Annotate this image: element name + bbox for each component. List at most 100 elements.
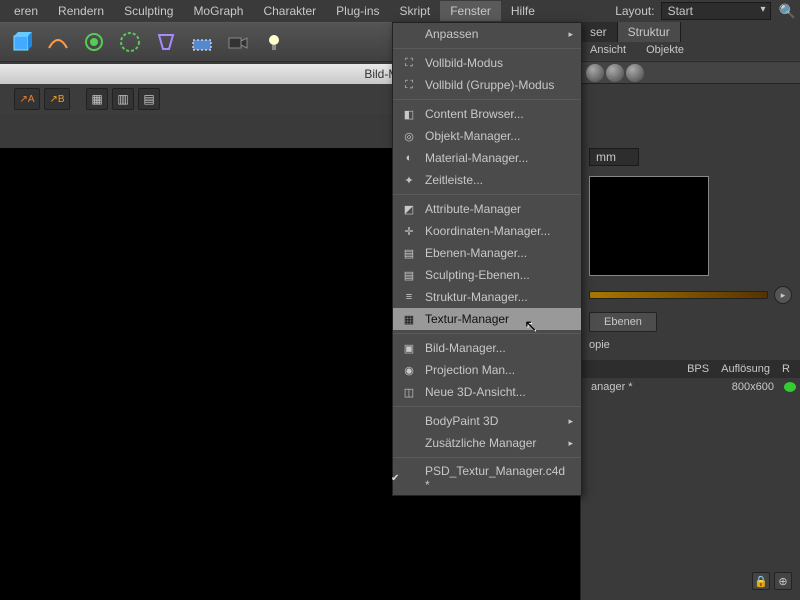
menu-item-icon <box>401 26 417 42</box>
col-r[interactable]: R <box>776 363 796 375</box>
menu-item-label: PSD_Textur_Manager.c4d * <box>425 464 573 492</box>
menu-item-icon <box>401 470 417 486</box>
light-icon[interactable] <box>258 26 290 58</box>
play-button[interactable]: ▸ <box>774 286 792 304</box>
tab-struktur[interactable]: Struktur <box>618 22 681 42</box>
grid3-icon[interactable]: ▤ <box>138 88 160 110</box>
menu-item-label: Projection Man... <box>425 363 515 377</box>
col-aufloesung[interactable]: Auflösung <box>715 363 776 375</box>
menu-item-label: Anpassen <box>425 27 478 41</box>
tab-partial-ser[interactable]: ser <box>580 22 618 42</box>
material-strip <box>580 62 800 84</box>
menu-item[interactable]: ◉Projection Man... <box>393 359 581 381</box>
menu-item-label: Zeitleiste... <box>425 173 483 187</box>
menu-item[interactable]: ◩Attribute-Manager <box>393 198 581 220</box>
menu-item[interactable]: ◎ Objekt-Manager... <box>393 125 581 147</box>
right-panel: mm ▸ Ebenen opie BPS Auflösung R anager … <box>580 84 800 600</box>
menu-charakter[interactable]: Charakter <box>253 1 326 21</box>
menu-item-label: Sculpting-Ebenen... <box>425 268 530 282</box>
menu-item-icon <box>401 413 417 429</box>
plus-icon[interactable]: ⊕ <box>774 572 792 590</box>
menu-hilfe[interactable]: Hilfe <box>501 1 545 21</box>
menu-item-icon: ⛶ <box>401 77 417 93</box>
menu-item-icon: ◐ <box>401 150 417 166</box>
list-row[interactable]: anager * 800x600 <box>581 378 800 396</box>
material-sphere-icon[interactable] <box>586 64 604 82</box>
grid2-icon[interactable]: ▥ <box>112 88 134 110</box>
menu-item-icon: ◫ <box>401 384 417 400</box>
fenster-menu: Anpassen ▸ ⛶Vollbild-Modus ⛶ Vollbild (Grupp… <box>392 22 582 496</box>
menu-item-icon: ▣ <box>401 340 417 356</box>
menu-item[interactable]: ✔PSD_Textur_Manager.c4d * <box>393 461 581 495</box>
row-res: 800x600 <box>726 381 780 393</box>
menubar: eren Rendern Sculpting MoGraph Charakter… <box>0 0 800 22</box>
menu-item-label: Ebenen-Manager... <box>425 246 527 260</box>
menu-item[interactable]: ◐Material-Manager... <box>393 147 581 169</box>
col-bps[interactable]: BPS <box>681 363 715 375</box>
layout-label: Layout: <box>615 4 654 18</box>
unit-field[interactable]: mm <box>589 148 639 166</box>
submenu-arrow-icon: ▸ <box>568 29 573 40</box>
menu-item-icon: ▤ <box>401 245 417 261</box>
menu-item-label: Vollbild (Gruppe)-Modus <box>425 78 554 92</box>
axis-a-button[interactable]: ↗A <box>14 88 40 110</box>
list-header: BPS Auflösung R <box>581 360 800 378</box>
lock-icon[interactable]: 🔒 <box>752 572 770 590</box>
menu-plugins[interactable]: Plug-ins <box>326 1 389 21</box>
menu-item[interactable]: ◫Neue 3D-Ansicht... <box>393 381 581 403</box>
grid-icon[interactable]: ▦ <box>86 88 108 110</box>
menu-partial[interactable]: eren <box>4 1 48 21</box>
menu-item[interactable]: BodyPaint 3D▸ <box>393 410 581 432</box>
menu-sculpting[interactable]: Sculpting <box>114 1 183 21</box>
menu-item[interactable]: ▤ Ebenen-Manager... <box>393 242 581 264</box>
deformer-icon[interactable] <box>150 26 182 58</box>
status-dot-icon <box>784 382 796 392</box>
menu-fenster[interactable]: Fenster <box>440 1 501 21</box>
menu-item-label: Struktur-Manager... <box>425 290 528 304</box>
subtab-objekte[interactable]: Objekte <box>636 42 694 60</box>
menu-item[interactable]: ≡ Struktur-Manager... <box>393 286 581 308</box>
menu-item-icon <box>401 435 417 451</box>
search-icon[interactable]: 🔍 <box>779 3 796 20</box>
environment-icon[interactable] <box>186 26 218 58</box>
menu-item[interactable]: Zusätzliche Manager▸ <box>393 432 581 454</box>
menu-item[interactable]: ✦ Zeitleiste... <box>393 169 581 191</box>
camera-icon[interactable] <box>222 26 254 58</box>
menu-item-icon: ✦ <box>401 172 417 188</box>
preview-box[interactable] <box>589 176 709 276</box>
menu-item[interactable]: ✛Koordinaten-Manager... <box>393 220 581 242</box>
menu-rendern[interactable]: Rendern <box>48 1 114 21</box>
material-sphere-icon[interactable] <box>606 64 624 82</box>
ebenen-button[interactable]: Ebenen <box>589 312 657 332</box>
menu-item-label: Bild-Manager... <box>425 341 506 355</box>
menu-item[interactable]: ◧Content Browser... <box>393 103 581 125</box>
axis-b-button[interactable]: ↗B <box>44 88 70 110</box>
menu-item-label: Attribute-Manager <box>425 202 521 216</box>
menu-skript[interactable]: Skript <box>390 1 441 21</box>
menu-item[interactable]: Anpassen ▸ <box>393 23 581 45</box>
menu-item[interactable]: ⛶Vollbild-Modus <box>393 52 581 74</box>
material-sphere-icon[interactable] <box>626 64 644 82</box>
subtab-ansicht[interactable]: Ansicht <box>580 42 636 60</box>
timeline-slider[interactable] <box>589 291 768 299</box>
menu-item-label: Vollbild-Modus <box>425 56 503 70</box>
menu-mograph[interactable]: MoGraph <box>183 1 253 21</box>
menu-item-icon: ◎ <box>401 128 417 144</box>
cube-icon[interactable] <box>6 26 38 58</box>
layout-select[interactable]: Start <box>661 2 771 20</box>
menu-item[interactable]: ▦Textur-Manager <box>393 308 581 330</box>
menu-item-icon: ◧ <box>401 106 417 122</box>
spline-icon[interactable] <box>42 26 74 58</box>
menu-item-label: Textur-Manager <box>425 312 509 326</box>
nurbs-icon[interactable] <box>78 26 110 58</box>
row-name: anager * <box>585 381 726 393</box>
bottom-icons: 🔒 ⊕ <box>752 572 792 590</box>
menu-item-label: Objekt-Manager... <box>425 129 520 143</box>
menu-item-icon: ≡ <box>401 289 417 305</box>
generator-icon[interactable] <box>114 26 146 58</box>
menu-item-label: Zusätzliche Manager <box>425 436 536 450</box>
menu-item[interactable]: ▤Sculpting-Ebenen... <box>393 264 581 286</box>
submenu-arrow-icon: ▸ <box>568 416 573 427</box>
menu-item[interactable]: ⛶ Vollbild (Gruppe)-Modus <box>393 74 581 96</box>
menu-item[interactable]: ▣ Bild-Manager... <box>393 337 581 359</box>
